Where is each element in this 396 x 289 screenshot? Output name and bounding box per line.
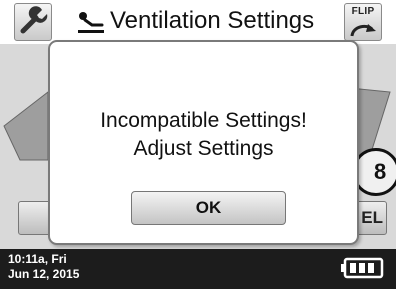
time-text: 10:11a, Fri: [8, 252, 67, 266]
flip-button-label: FLIP: [351, 6, 375, 17]
alert-message-line1: Incompatible Settings!: [100, 109, 307, 132]
battery-full-icon: [341, 257, 384, 279]
date-time: 10:11a, Fri Jun 12, 2015: [8, 252, 79, 282]
status-bar: 10:11a, Fri Jun 12, 2015: [0, 249, 396, 289]
ventilator-screen: Ventilation Settings FLIP 8 EL Incompati…: [0, 0, 396, 289]
ok-button[interactable]: OK: [131, 191, 286, 225]
date-text: Jun 12, 2015: [8, 267, 80, 281]
patient-icon: [78, 12, 104, 33]
value-circle-digit: 8: [374, 159, 387, 184]
page-title: Ventilation Settings: [110, 7, 315, 34]
header-bar: Ventilation Settings FLIP: [0, 0, 396, 45]
alert-dialog: Incompatible Settings! Adjust Settings O…: [48, 40, 359, 245]
flip-button[interactable]: FLIP: [344, 3, 382, 41]
background-cancel-label: EL: [361, 208, 383, 227]
alert-message-line2: Adjust Settings: [133, 137, 274, 160]
curved-arrow-icon: [350, 24, 376, 37]
settings-button[interactable]: [14, 3, 52, 41]
battery-cells: [350, 263, 374, 273]
wrench-icon: [20, 6, 48, 34]
